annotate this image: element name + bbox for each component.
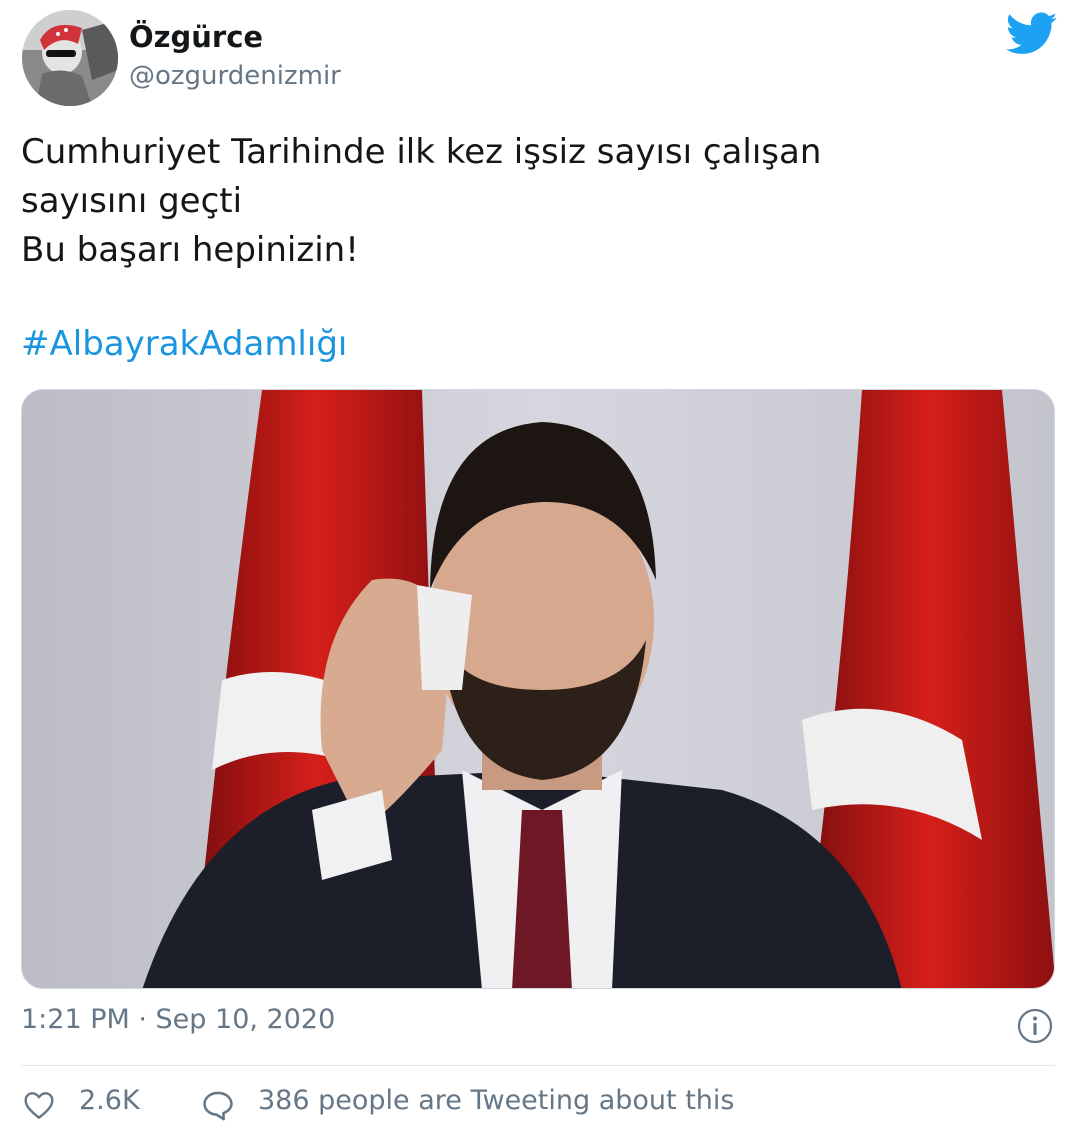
conversation-link[interactable]: 386 people are Tweeting about this [258,1085,734,1116]
hashtag-link[interactable]: #AlbayrakAdamlığı [21,320,347,369]
twitter-bird-icon[interactable] [1006,12,1058,56]
display-name[interactable]: Özgürce [129,20,263,54]
tweet-timestamp[interactable]: 1:21 PM · Sep 10, 2020 [21,1004,335,1035]
tweet-line: sayısını geçti [21,181,243,221]
tweet-actions: 2.6K 386 people are Tweeting about this [21,1080,1055,1130]
tweet-media-image[interactable] [21,389,1055,989]
info-icon[interactable] [1017,1008,1053,1044]
tweet-line: Bu başarı hepinizin! [21,230,359,270]
divider [21,1065,1055,1066]
photo [22,390,1054,988]
heart-icon[interactable] [23,1090,55,1120]
tweet-line: Cumhuriyet Tarihinde ilk kez işsiz sayıs… [21,132,822,172]
speech-bubble-icon[interactable] [201,1089,235,1121]
like-count[interactable]: 2.6K [79,1085,140,1116]
avatar[interactable] [22,10,118,106]
tweet-text: Cumhuriyet Tarihinde ilk kez işsiz sayıs… [21,128,1051,275]
user-handle[interactable]: @ozgurdenizmir [129,61,341,91]
avatar-image [22,10,118,106]
